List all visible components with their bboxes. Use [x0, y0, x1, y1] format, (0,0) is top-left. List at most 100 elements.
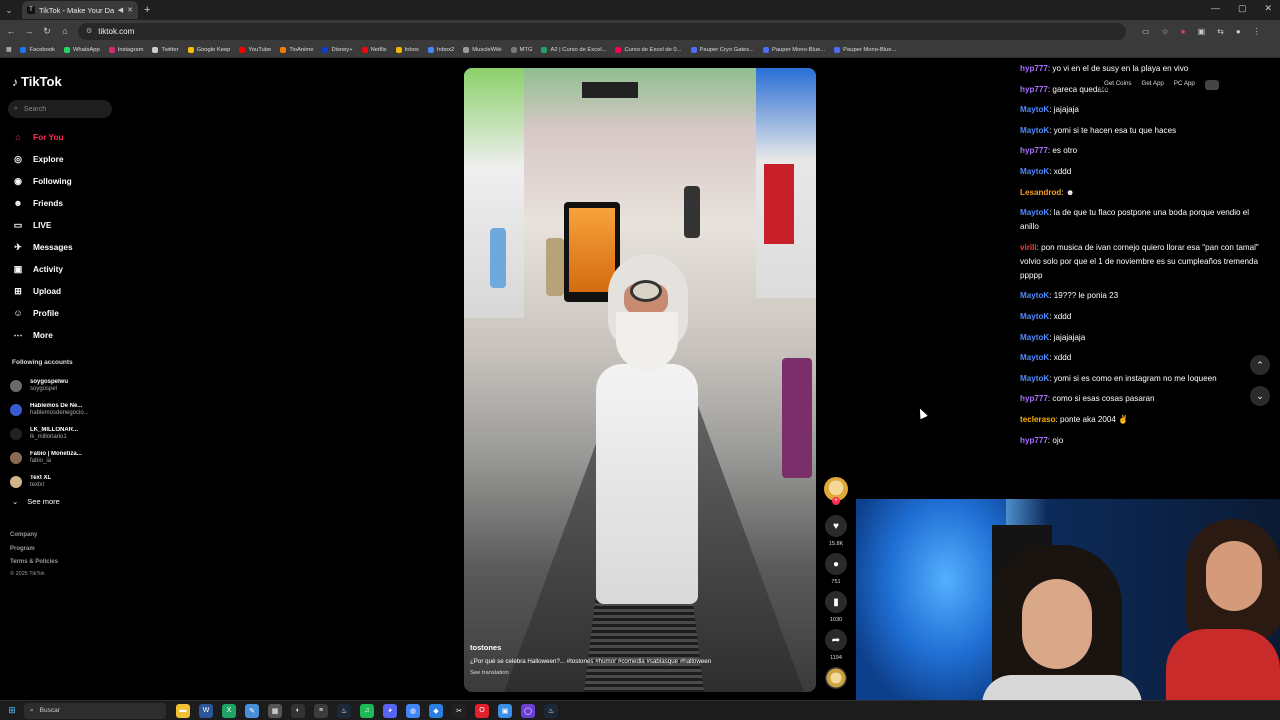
following-account[interactable]: LK_MILLONAR... lk_millonario1	[10, 422, 122, 446]
search-input[interactable]: ⌕ Search	[8, 100, 112, 118]
start-menu-icon[interactable]: ⊞	[0, 705, 24, 716]
bookmark-item[interactable]: A2 | Curso de Excel...	[541, 46, 606, 53]
chat-username[interactable]: tecleraso	[1020, 415, 1056, 424]
obs-icon[interactable]: ◐	[291, 703, 305, 718]
sidebar-item-explore[interactable]: ◎ Explore	[8, 148, 118, 170]
get-coins-button[interactable]: Get Coins	[1104, 80, 1132, 90]
bookmark-item[interactable]: Facebook	[20, 46, 55, 53]
sidebar-item-upload[interactable]: ⊞ Upload	[8, 280, 118, 302]
minimize-icon[interactable]: —	[1211, 3, 1220, 14]
bookmark-star-icon[interactable]: ☆	[1162, 27, 1169, 36]
bookmark-item[interactable]: Inbox2	[427, 46, 454, 53]
cast-icon[interactable]: ▭	[1142, 27, 1150, 36]
chat-username[interactable]: hyp777	[1020, 64, 1048, 73]
bookmark-item[interactable]: TioAnime	[280, 46, 313, 53]
discord-icon[interactable]: ◕	[383, 703, 397, 718]
bookmark-item[interactable]: Disney+	[322, 46, 353, 53]
chat-username[interactable]: MaytoK	[1020, 333, 1049, 342]
spotify-icon[interactable]: ♫	[360, 703, 374, 718]
bookmark-item[interactable]: Curso de Excel de 0...	[615, 46, 682, 53]
chat-username[interactable]: MaytoK	[1020, 353, 1049, 362]
video-player[interactable]	[464, 68, 816, 692]
close-tab-icon[interactable]: ✕	[127, 6, 133, 14]
chat-username[interactable]: hyp777	[1020, 436, 1048, 445]
new-tab-icon[interactable]: +	[144, 4, 150, 16]
following-account[interactable]: Text XL textxl	[10, 470, 122, 494]
sidebar-item-activity[interactable]: ▣ Activity	[8, 258, 118, 280]
following-account[interactable]: Fabio | Monetiza... fabio_ia	[10, 446, 122, 470]
bookmark-item[interactable]: Pauper Cryo Gates...	[690, 46, 754, 53]
steam2-icon[interactable]: ♨	[544, 703, 558, 718]
site-info-icon[interactable]: ⚙	[86, 27, 92, 35]
browser-menu-icon[interactable]: ⋮	[1253, 27, 1261, 36]
chat-username[interactable]: Lesandrod	[1020, 188, 1061, 197]
word-icon[interactable]: W	[199, 703, 213, 718]
sidebar-item-profile[interactable]: ☺ Profile	[8, 302, 118, 324]
profile-avatar-icon[interactable]: ●	[1236, 27, 1241, 36]
bookmark-item[interactable]: Twitter	[152, 46, 179, 53]
sidebar-item-following[interactable]: ◉ Following	[8, 170, 118, 192]
apps-grid-icon[interactable]: ▦	[6, 47, 11, 53]
previous-video-button[interactable]: ⌃	[1250, 355, 1270, 375]
chat-username[interactable]: MaytoK	[1020, 374, 1049, 383]
sidebar-item-more[interactable]: ⋯ More	[8, 324, 118, 346]
bookmark-item[interactable]: YouTube	[239, 46, 271, 53]
messages-inbox-icon[interactable]	[1204, 80, 1219, 90]
bookmark-item[interactable]: Netflix	[361, 46, 387, 53]
footer-link-terms[interactable]: Terms & Policies	[10, 556, 58, 570]
chat-username[interactable]: virili	[1020, 243, 1037, 252]
extensions-icon[interactable]: ▣	[1198, 27, 1206, 36]
browser-tab[interactable]: T TikTok - Make Your Day ◀ ✕	[22, 1, 138, 19]
share-button[interactable]: ➦	[825, 629, 847, 651]
music-disc-icon[interactable]	[825, 667, 847, 689]
bookmark-item[interactable]: Pauper Mono-Blue...	[834, 46, 896, 53]
chat-username[interactable]: MaytoK	[1020, 167, 1049, 176]
close-window-icon[interactable]: ✕	[1264, 3, 1272, 14]
footer-link-company[interactable]: Company	[10, 529, 58, 543]
extension-icon[interactable]: ●	[1181, 27, 1186, 36]
chat-username[interactable]: hyp777	[1020, 394, 1048, 403]
taskbar-search[interactable]: ⌕ Buscar	[24, 702, 166, 719]
pc-app-button[interactable]: PC App	[1174, 80, 1195, 90]
see-translation-link[interactable]: See translation	[470, 670, 810, 676]
folder-icon[interactable]: ▬	[176, 703, 190, 718]
chat-username[interactable]: MaytoK	[1020, 312, 1049, 321]
browser-icon[interactable]: ◯	[521, 703, 535, 718]
calculator-icon[interactable]: ▦	[268, 703, 282, 718]
video-author[interactable]: tostones	[470, 643, 810, 652]
photos-icon[interactable]: ▣	[498, 703, 512, 718]
creator-avatar[interactable]: +	[824, 477, 848, 505]
comment-button[interactable]: ●	[825, 553, 847, 575]
tiktok-logo[interactable]: ♪ TikTok	[12, 74, 62, 89]
bookmark-item[interactable]: MTG	[510, 46, 532, 53]
maximize-icon[interactable]: ▢	[1238, 3, 1247, 14]
address-input[interactable]: ⚙ tiktok.com	[78, 22, 1126, 40]
following-account[interactable]: Hablemos De Ne... hablemosdenegocio...	[10, 398, 122, 422]
following-account[interactable]: soygospelwu soygospel	[10, 374, 122, 398]
save-button[interactable]: ▮	[825, 591, 847, 613]
taskmanager-icon[interactable]: ≡	[314, 703, 328, 718]
opera-icon[interactable]: O	[475, 703, 489, 718]
chat-username[interactable]: MaytoK	[1020, 126, 1049, 135]
sidebar-item-friends[interactable]: ☻ Friends	[8, 192, 118, 214]
get-app-button[interactable]: Get App	[1142, 80, 1164, 90]
see-more-button[interactable]: ⌄ See more	[12, 497, 60, 506]
chat-username[interactable]: MaytoK	[1020, 208, 1049, 217]
steam-icon[interactable]: ♨	[337, 703, 351, 718]
chat-username[interactable]: hyp777	[1020, 85, 1048, 94]
reload-icon[interactable]: ↻	[42, 26, 52, 37]
next-video-button[interactable]: ⌄	[1250, 386, 1270, 406]
like-button[interactable]: ♥	[825, 515, 847, 537]
footer-link-program[interactable]: Program	[10, 543, 58, 557]
chat-username[interactable]: MaytoK	[1020, 105, 1049, 114]
bookmark-item[interactable]: Inbox	[395, 46, 419, 53]
tab-search-icon[interactable]: ⌄	[0, 5, 18, 16]
chat-username[interactable]: hyp777	[1020, 146, 1048, 155]
follow-plus-icon[interactable]: +	[832, 497, 840, 505]
notepad-icon[interactable]: ✎	[245, 703, 259, 718]
chat-username[interactable]: MaytoK	[1020, 291, 1049, 300]
sidebar-item-live[interactable]: ▭ LIVE	[8, 214, 118, 236]
bookmark-item[interactable]: Instagram	[108, 46, 143, 53]
chrome-icon[interactable]: ◍	[406, 703, 420, 718]
forward-icon[interactable]: →	[24, 26, 34, 36]
